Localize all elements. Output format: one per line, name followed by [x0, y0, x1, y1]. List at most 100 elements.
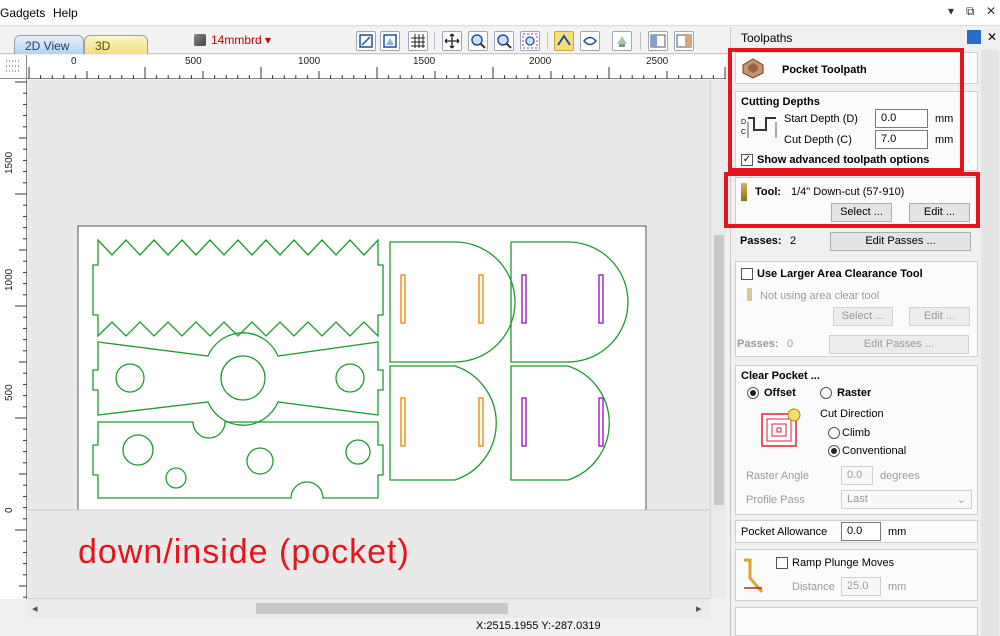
ruler-label: 0 — [71, 56, 77, 67]
profile-pass-label: Profile Pass — [746, 494, 805, 506]
restore-icon[interactable]: ⧉ — [966, 4, 975, 19]
climb-radio[interactable] — [828, 427, 840, 439]
ramp-plunge-icon — [740, 558, 766, 594]
scroll-thumb[interactable] — [714, 235, 724, 505]
menu-bar: Gadgets Help ▾ ⧉ ✕ — [0, 0, 1000, 26]
show-toolpaths-icon[interactable] — [554, 31, 574, 51]
clear-pocket-section: Clear Pocket ... Offset Raster Cut Direc… — [735, 365, 978, 515]
clear-pocket-heading: Clear Pocket ... — [741, 370, 820, 382]
ruler-label: 1000 — [4, 268, 15, 291]
chevron-down-icon: ▾ — [265, 33, 272, 47]
offset-radio[interactable] — [747, 387, 759, 399]
toolbar-separator — [640, 32, 641, 50]
ruler-label: 500 — [4, 384, 15, 401]
conventional-radio[interactable] — [828, 445, 840, 457]
menu-gadgets[interactable]: Gadgets — [0, 6, 45, 20]
highlight-box — [728, 48, 964, 172]
collapse-icon[interactable]: ▾ — [948, 4, 954, 18]
clearance-edit-passes-button[interactable]: Edit Passes ... — [829, 335, 969, 354]
clearance-tool-label: Use Larger Area Clearance Tool — [757, 268, 923, 280]
scroll-left-icon[interactable]: ◂ — [32, 602, 38, 615]
ramp-plunge-checkbox[interactable] — [776, 557, 788, 569]
clearance-edit-button[interactable]: Edit ... — [909, 307, 970, 326]
material-cube-icon — [194, 34, 206, 46]
pocket-allowance-input[interactable]: 0.0 — [841, 522, 881, 541]
scroll-thumb[interactable] — [256, 603, 508, 614]
ruler-label: 1500 — [4, 151, 15, 174]
ramp-distance-unit: mm — [888, 581, 907, 593]
toolbar-separator — [434, 32, 435, 50]
zoom-material-icon[interactable] — [380, 31, 400, 51]
scroll-right-icon[interactable]: ▸ — [696, 602, 702, 615]
layout-left-icon[interactable] — [648, 31, 668, 51]
design-view — [28, 225, 710, 511]
ruler-corner — [0, 55, 27, 79]
ruler-label: 2000 — [529, 56, 552, 67]
toolbar-separator — [547, 32, 548, 50]
highlight-box — [724, 172, 980, 228]
vertical-scrollbar[interactable] — [710, 80, 726, 598]
horizontal-ruler: 0 500 1000 1500 2000 2500 — [27, 55, 726, 79]
horizontal-scrollbar[interactable]: ◂ ▸ — [28, 598, 710, 618]
clearance-passes-label: Passes: — [737, 338, 779, 350]
passes-label: Passes: — [740, 235, 782, 247]
zoom-in-icon[interactable] — [468, 31, 488, 51]
ruler-label: 0 — [4, 507, 15, 513]
profile-pass-select[interactable]: Last ⌄ — [841, 490, 972, 509]
drawing-canvas[interactable] — [28, 80, 710, 598]
ruler-label: 1500 — [413, 56, 436, 67]
ruler-label: 1000 — [298, 56, 321, 67]
close-panel-icon[interactable]: ✕ — [987, 30, 997, 44]
zoom-selection-icon[interactable] — [520, 31, 540, 51]
raster-angle-input[interactable]: 0.0 — [841, 466, 873, 485]
material-name: 14mmbrd — [211, 33, 262, 47]
pocket-allowance-label: Pocket Allowance — [741, 526, 828, 538]
zoom-extents-icon[interactable] — [356, 31, 376, 51]
clearance-select-button[interactable]: Select ... — [833, 307, 893, 326]
clearance-passes-value: 0 — [787, 338, 794, 350]
cut-direction-label: Cut Direction — [820, 408, 884, 420]
toolpath-preview-icon[interactable] — [580, 31, 600, 51]
material-sheet — [77, 225, 647, 511]
tab-3d-view[interactable]: 3D View — [84, 35, 148, 67]
render-icon[interactable] — [612, 31, 632, 51]
chevron-down-icon: ⌄ — [956, 494, 966, 506]
ruler-label: 500 — [185, 56, 202, 67]
clearance-tool-section: Use Larger Area Clearance Tool Not using… — [735, 261, 978, 357]
layout-right-icon[interactable] — [674, 31, 694, 51]
tab-2d-view[interactable]: 2D View — [14, 35, 84, 54]
pan-icon[interactable] — [442, 31, 462, 51]
offset-label: Offset — [764, 387, 796, 399]
close-icon[interactable]: ✕ — [986, 4, 996, 18]
ramp-plunge-label: Ramp Plunge Moves — [792, 557, 895, 569]
conventional-label: Conventional — [842, 445, 907, 457]
status-bar: X:2515.1955 Y:-287.0319 — [0, 618, 730, 636]
pin-icon[interactable] — [967, 30, 981, 44]
view-toolbar: 2D View 3D View 14mmbrd ▾ — [0, 27, 730, 67]
grid-icon[interactable] — [408, 31, 428, 51]
menu-help[interactable]: Help — [53, 6, 78, 20]
pocket-allowance-section: Pocket Allowance 0.0 mm — [735, 520, 978, 543]
panel-title: Toolpaths — [741, 31, 793, 45]
raster-label: Raster — [837, 387, 872, 399]
offset-pattern-icon — [758, 406, 802, 450]
vertical-ruler: 1500 1000 500 0 — [0, 79, 27, 599]
next-section — [735, 607, 978, 636]
edit-passes-button[interactable]: Edit Passes ... — [830, 232, 971, 251]
ramp-distance-label: Distance — [792, 581, 835, 593]
material-selector[interactable]: 14mmbrd ▾ — [194, 33, 271, 47]
ramp-section: Ramp Plunge Moves Distance 25.0 mm — [735, 549, 978, 601]
profile-pass-value: Last — [847, 493, 868, 505]
climb-label: Climb — [842, 427, 871, 439]
raster-angle-unit: degrees — [880, 470, 920, 482]
passes-value: 2 — [790, 235, 797, 247]
ruler-label: 2500 — [646, 56, 669, 67]
clearance-tool-checkbox[interactable] — [741, 268, 753, 280]
cursor-coordinates: X:2515.1955 Y:-287.0319 — [476, 620, 601, 632]
raster-angle-label: Raster Angle — [746, 470, 809, 482]
zoom-out-icon[interactable] — [494, 31, 514, 51]
ramp-distance-input[interactable]: 25.0 — [841, 577, 881, 596]
pocket-allowance-unit: mm — [888, 526, 907, 538]
raster-radio[interactable] — [820, 387, 832, 399]
panel-scrollbar[interactable] — [981, 50, 999, 636]
